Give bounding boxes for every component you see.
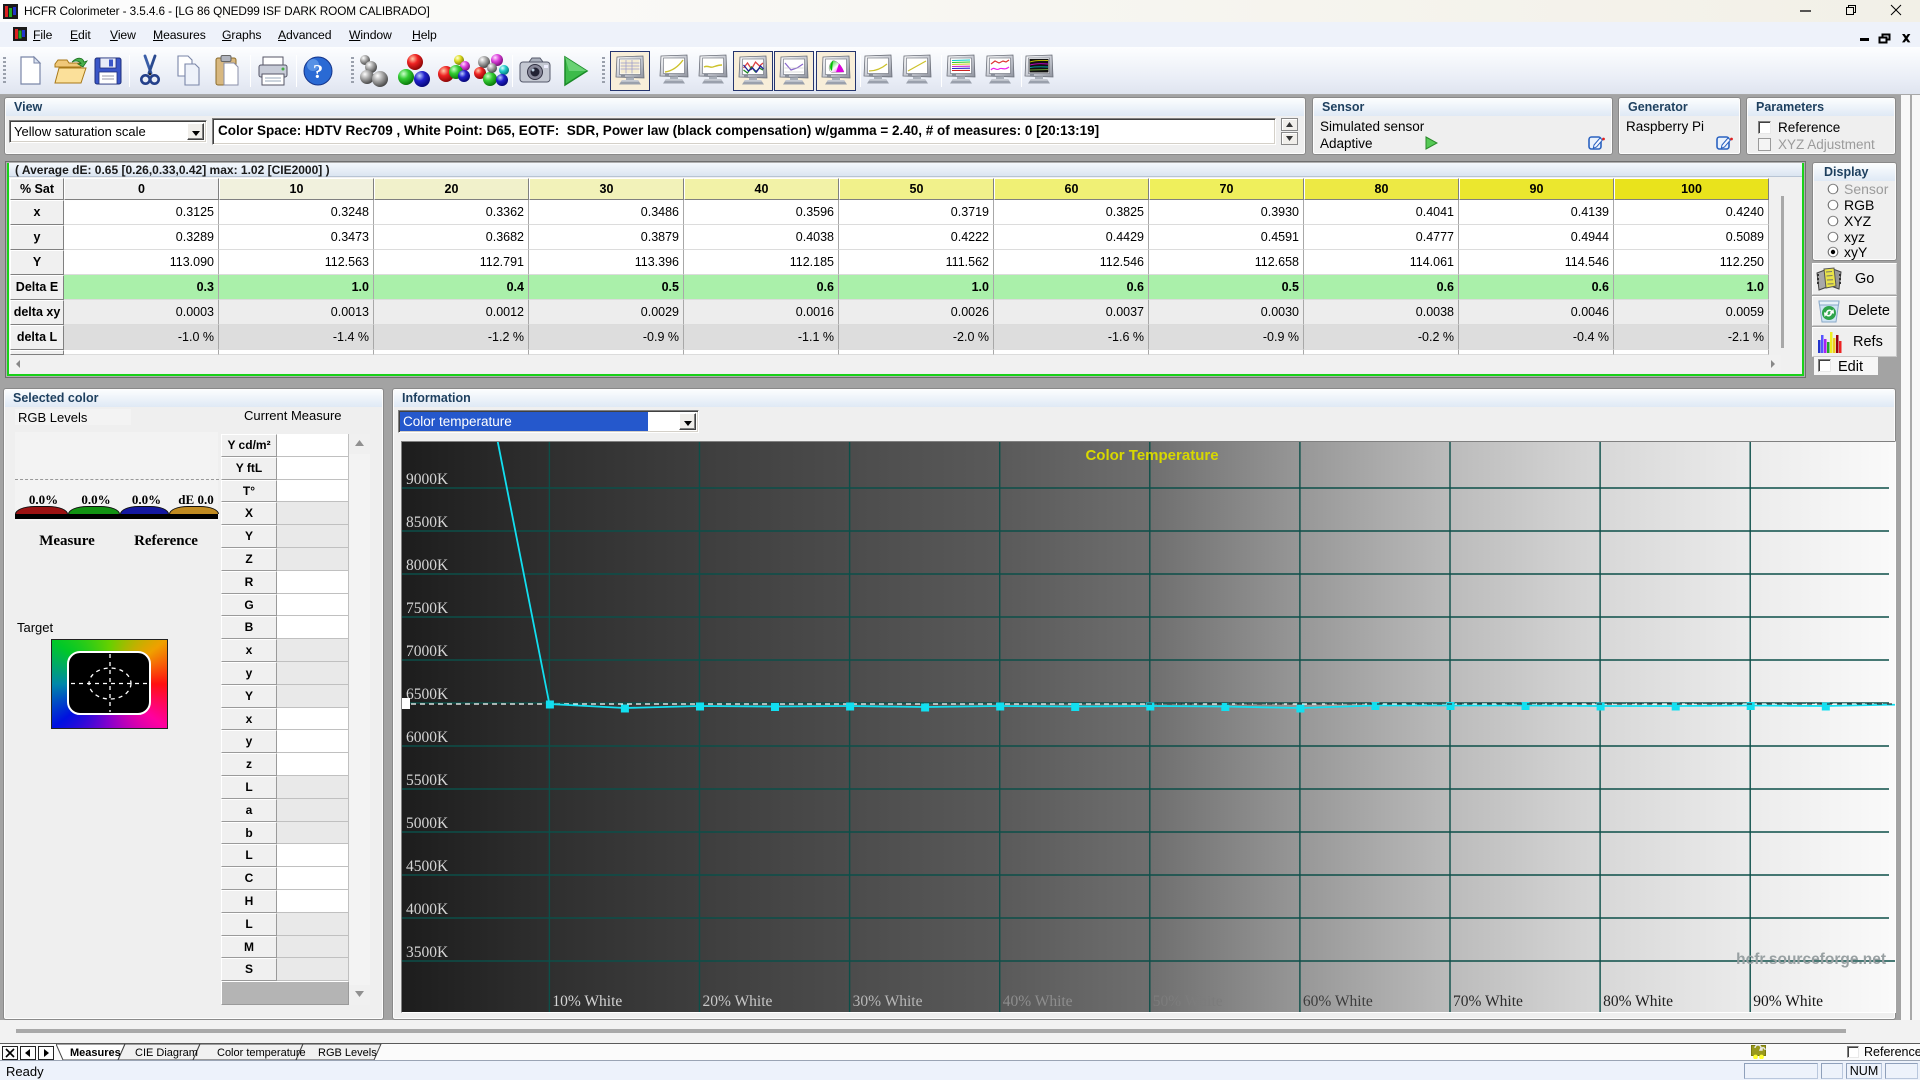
svg-text:5000K: 5000K	[406, 815, 449, 832]
svg-text:9000K: 9000K	[406, 471, 449, 488]
svg-text:10% White: 10% White	[552, 993, 622, 1010]
svg-text:30% White: 30% White	[853, 993, 923, 1010]
svg-text:70% White: 70% White	[1453, 993, 1523, 1010]
svg-text:hcfr.sourceforge.net: hcfr.sourceforge.net	[1736, 951, 1886, 968]
svg-text:20% White: 20% White	[703, 993, 773, 1010]
svg-text:7000K: 7000K	[406, 643, 449, 660]
svg-text:8000K: 8000K	[406, 557, 449, 574]
svg-text:?: ?	[313, 61, 323, 83]
svg-text:7500K: 7500K	[406, 600, 449, 617]
svg-text:50% White: 50% White	[1153, 993, 1223, 1010]
svg-text:5500K: 5500K	[406, 772, 449, 789]
svg-text:6500K: 6500K	[406, 686, 449, 703]
svg-text:Color Temperature: Color Temperature	[1085, 447, 1218, 464]
svg-text:RGB Levels: RGB Levels	[318, 1047, 377, 1059]
svg-text:8500K: 8500K	[406, 514, 449, 531]
svg-text:60% White: 60% White	[1303, 993, 1373, 1010]
svg-text:Color temperature: Color temperature	[217, 1047, 306, 1059]
svg-text:80% White: 80% White	[1603, 993, 1673, 1010]
svg-text:90% White: 90% White	[1753, 993, 1823, 1010]
svg-text:Measures: Measures	[70, 1047, 121, 1059]
svg-text:3500K: 3500K	[406, 944, 449, 961]
svg-text:40% White: 40% White	[1003, 993, 1073, 1010]
svg-text:4500K: 4500K	[406, 858, 449, 875]
svg-text:6000K: 6000K	[406, 729, 449, 746]
svg-text:CIE Diagram: CIE Diagram	[135, 1047, 198, 1059]
svg-text:4000K: 4000K	[406, 901, 449, 918]
